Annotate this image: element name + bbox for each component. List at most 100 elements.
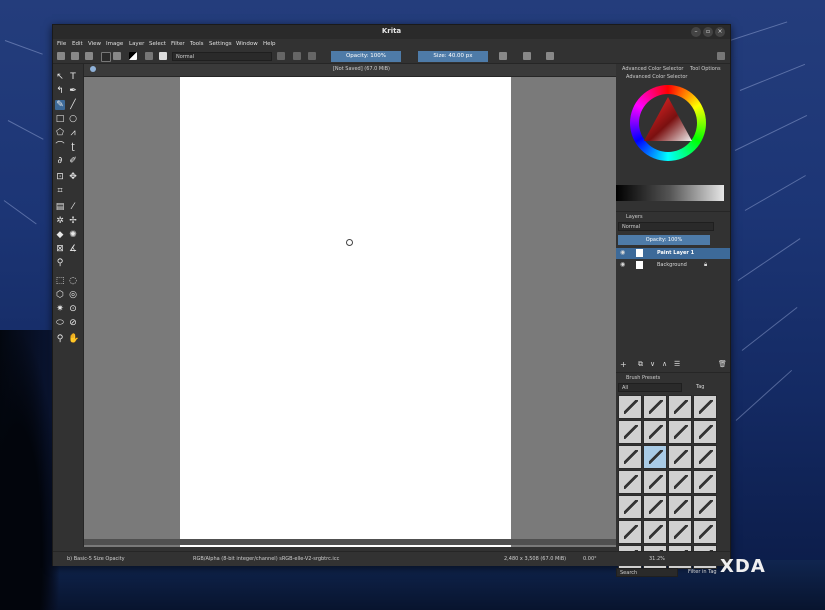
crop-tool-icon[interactable]: ⌗	[55, 186, 65, 196]
opacity-slider[interactable]: Opacity: 100%	[331, 51, 401, 62]
brush-preset-tile[interactable]	[668, 520, 692, 544]
brush-preset-tile[interactable]	[618, 470, 642, 494]
menu-image[interactable]: Image	[106, 41, 123, 47]
edit-shapes-tool-icon[interactable]: ↰	[55, 86, 65, 96]
filter-in-tag-checkbox[interactable]: Filter in Tag	[688, 569, 717, 575]
bezier-tool-icon[interactable]: ⌒	[55, 142, 65, 152]
new-document-icon[interactable]	[57, 52, 65, 60]
layer-properties-icon[interactable]: ☰	[674, 360, 680, 368]
layer-row[interactable]: ◉ Paint Layer 1	[616, 248, 730, 259]
multibrush-tool-icon[interactable]: ✐	[68, 156, 78, 166]
menu-edit[interactable]: Edit	[72, 41, 83, 47]
rectangle-tool-icon[interactable]: □	[55, 114, 65, 124]
blend-mode-select[interactable]: Normal	[172, 52, 272, 61]
reference-tool-icon[interactable]: ⚲	[55, 258, 65, 268]
similar-select-tool-icon[interactable]: ⊙	[68, 304, 78, 314]
brush-preset-tile[interactable]	[668, 470, 692, 494]
mirror-vertical-icon[interactable]	[523, 52, 531, 60]
freehand-path-tool-icon[interactable]: ʈ	[68, 142, 78, 152]
brush-preset-tile[interactable]	[618, 495, 642, 519]
layer-opacity-slider[interactable]: Opacity: 100%	[618, 235, 710, 245]
brush-preset-tile[interactable]	[668, 420, 692, 444]
menu-filter[interactable]: Filter	[171, 41, 185, 47]
move-up-icon[interactable]: ∧	[662, 360, 667, 368]
fill-settings-icon[interactable]	[145, 52, 153, 60]
eraser-mode-icon[interactable]	[277, 52, 285, 60]
canvas-area[interactable]: [Not Saved] (67.0 MiB) ×	[84, 64, 646, 547]
menu-view[interactable]: View	[88, 41, 101, 47]
visibility-eye-icon[interactable]: ◉	[620, 249, 625, 256]
status-rotation[interactable]: 0.00°	[583, 556, 597, 562]
brush-preset-tile[interactable]	[693, 520, 717, 544]
close-button[interactable]: ×	[715, 27, 725, 37]
brush-preset-tile[interactable]	[618, 445, 642, 469]
brush-preset-tile[interactable]	[618, 520, 642, 544]
brush-preset-tile[interactable]	[668, 445, 692, 469]
menu-file[interactable]: File	[57, 41, 66, 47]
bezier-select-tool-icon[interactable]: ⬭	[55, 318, 65, 328]
visibility-eye-icon[interactable]: ◉	[620, 261, 625, 268]
paper-canvas[interactable]	[180, 77, 511, 547]
brush-preset-tile[interactable]	[643, 420, 667, 444]
save-document-icon[interactable]	[85, 52, 93, 60]
brush-preset-icon[interactable]	[159, 52, 167, 60]
contiguous-select-tool-icon[interactable]: ✷	[55, 304, 65, 314]
add-layer-icon[interactable]: +	[620, 360, 627, 369]
brush-preset-tile[interactable]	[693, 495, 717, 519]
menu-settings[interactable]: Settings	[209, 41, 232, 47]
polyline-tool-icon[interactable]: ⩘	[68, 128, 78, 138]
freehand-select-tool-icon[interactable]: ◎	[68, 290, 78, 300]
text-tool-icon[interactable]: T	[68, 72, 78, 82]
open-document-icon[interactable]	[71, 52, 79, 60]
brush-preset-tile[interactable]	[668, 395, 692, 419]
select-shapes-tool-icon[interactable]: ↖	[55, 72, 65, 82]
fg-bg-color-icon[interactable]	[129, 52, 137, 60]
gradient-swatch-icon[interactable]	[101, 52, 111, 62]
brush-preset-tile[interactable]	[693, 395, 717, 419]
assistant-tool-icon[interactable]: ✢	[68, 216, 78, 226]
size-slider[interactable]: Size: 40.00 px	[418, 51, 488, 62]
pan-tool-icon[interactable]: ✋	[68, 334, 79, 344]
preserve-alpha-icon[interactable]	[293, 52, 301, 60]
brush-preset-tile[interactable]	[643, 395, 667, 419]
minimize-button[interactable]: –	[691, 27, 701, 37]
pattern-swatch-icon[interactable]	[113, 52, 121, 60]
gradient-tool-icon[interactable]: ▤	[55, 202, 65, 212]
brush-search-input[interactable]: Search	[616, 568, 678, 577]
menu-layer[interactable]: Layer	[129, 41, 144, 47]
fill-tool-icon[interactable]: ◆	[55, 230, 65, 240]
ellipse-select-tool-icon[interactable]: ◌	[68, 276, 78, 286]
calligraphy-tool-icon[interactable]: ✒	[68, 86, 78, 96]
menu-help[interactable]: Help	[263, 41, 276, 47]
brush-preset-tile[interactable]	[643, 520, 667, 544]
menu-window[interactable]: Window	[236, 41, 258, 47]
brush-preset-tile[interactable]	[618, 420, 642, 444]
magnetic-select-tool-icon[interactable]: ⊘	[68, 318, 78, 328]
move-down-icon[interactable]: ∨	[650, 360, 655, 368]
status-brush-name[interactable]: b) Basic-5 Size Opacity	[67, 556, 125, 562]
transform-tool-icon[interactable]: ⊡	[55, 172, 65, 182]
line-tool-icon[interactable]: ╱	[68, 100, 78, 110]
color-picker-tool-icon[interactable]: ⁄	[68, 202, 78, 212]
brush-tag-label[interactable]: Tag	[696, 384, 704, 390]
ellipse-tool-icon[interactable]: ○	[68, 114, 78, 124]
polygon-select-tool-icon[interactable]: ⬡	[55, 290, 65, 300]
brush-preset-tile[interactable]	[693, 445, 717, 469]
brush-preset-tile[interactable]	[693, 470, 717, 494]
title-bar[interactable]: Krita – ▫ ×	[53, 25, 730, 39]
horizontal-scrollbar[interactable]	[84, 539, 639, 545]
reload-preset-icon[interactable]	[308, 52, 316, 60]
measure-tool-icon[interactable]: ∡	[68, 244, 78, 254]
brush-preset-tile[interactable]	[643, 445, 667, 469]
brush-filter-select[interactable]: All	[618, 383, 682, 392]
move-tool-icon[interactable]: ✥	[68, 172, 78, 182]
delete-layer-icon[interactable]: 🗑︎	[718, 360, 727, 368]
status-zoom[interactable]: 31.2%	[649, 556, 665, 562]
enclose-fill-tool-icon[interactable]: ✺	[68, 230, 78, 240]
brush-preset-tile[interactable]	[643, 470, 667, 494]
brush-preset-tile[interactable]	[668, 495, 692, 519]
maximize-button[interactable]: ▫	[703, 27, 713, 37]
zoom-tool-icon[interactable]: ⚲	[55, 334, 65, 344]
layer-blend-mode-select[interactable]: Normal	[618, 222, 714, 231]
layer-row[interactable]: ◉ Background 🔒︎	[616, 260, 730, 271]
